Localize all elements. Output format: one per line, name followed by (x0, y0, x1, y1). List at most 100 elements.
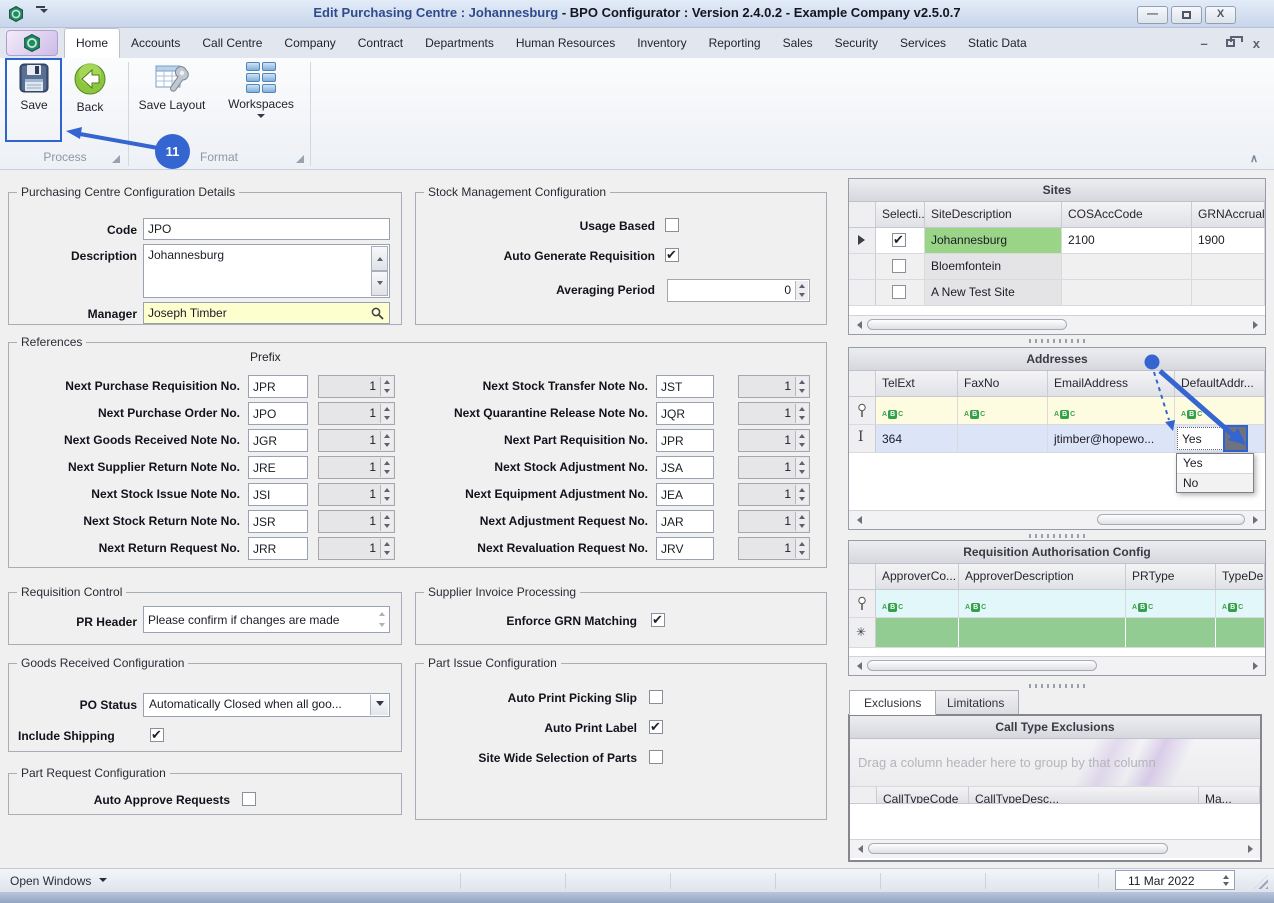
ref-prefix-input[interactable]: JSR (248, 510, 308, 533)
selected-cell[interactable] (876, 254, 925, 279)
spinner-buttons[interactable] (795, 458, 808, 477)
group-by-box[interactable]: Drag a column header here to group by th… (850, 739, 1260, 787)
column-header-telext[interactable]: TelExt (876, 371, 958, 396)
ref-prefix-input[interactable]: JPR (656, 429, 714, 452)
table-row[interactable]: Bloemfontein (849, 254, 1265, 280)
tab-reporting[interactable]: Reporting (698, 28, 772, 58)
new-cell[interactable] (1216, 618, 1265, 647)
scroll-left-icon[interactable] (849, 516, 865, 524)
new-row[interactable]: ✳ (849, 618, 1265, 648)
tab-human-resources[interactable]: Human Resources (505, 28, 626, 58)
tab-exclusions[interactable]: Exclusions (849, 690, 936, 715)
dropdown-button[interactable] (370, 695, 388, 715)
spinner-buttons[interactable] (795, 281, 808, 300)
spinner-buttons[interactable] (380, 512, 393, 531)
filter-row[interactable]: ABC ABC ABC ABC (849, 397, 1265, 425)
ref-prefix-input[interactable]: JAR (656, 510, 714, 533)
ref-counter-spinner[interactable]: 1 (318, 456, 395, 479)
tab-home[interactable]: Home (64, 28, 120, 58)
ref-counter-spinner[interactable]: 1 (318, 537, 395, 560)
workspaces-dropdown-icon[interactable] (257, 114, 265, 122)
scroll-left-icon[interactable] (850, 845, 866, 853)
ref-counter-spinner[interactable]: 1 (318, 429, 395, 452)
tab-static-data[interactable]: Static Data (957, 28, 1038, 58)
ref-prefix-input[interactable]: JGR (248, 429, 308, 452)
address-row[interactable]: I 364 jtimber@hopewo... Yes (849, 425, 1265, 453)
auto-print-picking-checkbox[interactable] (649, 690, 663, 704)
column-header-calltypecode[interactable]: CallTypeCode (877, 787, 969, 803)
column-header-faxno[interactable]: FaxNo (958, 371, 1048, 396)
scroll-right-icon[interactable] (1244, 845, 1260, 853)
ref-counter-spinner[interactable]: 1 (738, 456, 810, 479)
include-shipping-checkbox[interactable]: ✔ (150, 728, 164, 742)
close-button[interactable]: X (1205, 6, 1236, 24)
ref-prefix-input[interactable]: JST (656, 375, 714, 398)
spinner-buttons[interactable] (380, 404, 393, 423)
scroll-thumb[interactable] (867, 319, 1067, 330)
ref-prefix-input[interactable]: JPO (248, 402, 308, 425)
averaging-period-spinner[interactable]: 0 (667, 279, 810, 302)
ref-counter-spinner[interactable]: 1 (738, 429, 810, 452)
tab-departments[interactable]: Departments (414, 28, 505, 58)
scroll-thumb[interactable] (1097, 514, 1245, 525)
column-header-emailaddress[interactable]: EmailAddress (1048, 371, 1175, 396)
tab-limitations[interactable]: Limitations (932, 690, 1019, 715)
ref-counter-spinner[interactable]: 1 (738, 402, 810, 425)
ref-counter-spinner[interactable]: 1 (318, 402, 395, 425)
column-header-selected[interactable]: Selecti... (876, 202, 925, 227)
column-header-typedesc[interactable]: TypeDe... (1216, 564, 1265, 589)
tab-company[interactable]: Company (273, 28, 346, 58)
tab-accounts[interactable]: Accounts (120, 28, 191, 58)
date-spinner-buttons[interactable] (1218, 872, 1233, 888)
defaultaddr-editor[interactable]: Yes (1177, 427, 1224, 450)
save-layout-button[interactable]: Save Layout (134, 62, 210, 112)
pr-header-input[interactable]: Please confirm if changes are made (143, 606, 390, 633)
column-header-grnaccrual[interactable]: GRNAccrual... (1192, 202, 1265, 227)
email-cell[interactable]: jtimber@hopewo... (1048, 425, 1175, 452)
cos-cell[interactable]: 2100 (1062, 228, 1192, 253)
spinner-buttons[interactable] (380, 458, 393, 477)
column-header-calltypedesc[interactable]: CallTypeDesc... (969, 787, 1199, 803)
defaultaddr-cell[interactable]: Yes (1175, 425, 1265, 452)
filter-cell[interactable]: ABC (958, 397, 1048, 424)
tab-call-centre[interactable]: Call Centre (191, 28, 273, 58)
description-input[interactable]: Johannesburg (143, 244, 390, 298)
usage-based-checkbox[interactable] (665, 218, 679, 232)
splitter-handle[interactable] (1029, 534, 1085, 538)
dropdown-option-yes[interactable]: Yes (1177, 454, 1253, 473)
enforce-grn-checkbox[interactable]: ✔ (651, 613, 665, 627)
search-icon[interactable] (371, 307, 384, 320)
spinner-buttons[interactable] (795, 539, 808, 558)
filter-cell[interactable]: ABC (959, 590, 1126, 617)
resize-grip[interactable] (1254, 875, 1268, 889)
addresses-hscrollbar[interactable] (849, 510, 1265, 529)
column-header-sitedescription[interactable]: SiteDescription (925, 202, 1062, 227)
faxno-cell[interactable] (958, 425, 1048, 452)
selected-cell[interactable] (876, 280, 925, 305)
new-cell[interactable] (959, 618, 1126, 647)
scroll-up-icon[interactable] (371, 246, 388, 271)
filter-cell[interactable]: ABC (1216, 590, 1265, 617)
dropdown-option-no[interactable]: No (1177, 473, 1253, 492)
site-selected-checkbox[interactable] (892, 285, 906, 299)
workspaces-button[interactable]: Workspaces (222, 62, 300, 122)
ref-prefix-input[interactable]: JQR (656, 402, 714, 425)
ref-prefix-input[interactable]: JSA (656, 456, 714, 479)
grn-cell[interactable]: 1900 (1192, 228, 1265, 253)
filter-row[interactable]: ABC ABC ABC ABC (849, 590, 1265, 618)
cos-cell[interactable] (1062, 280, 1192, 305)
manager-input[interactable]: Joseph Timber (143, 302, 390, 324)
auto-print-label-checkbox[interactable]: ✔ (649, 720, 663, 734)
req-auth-hscrollbar[interactable] (849, 656, 1265, 675)
ribbon-collapse-icon[interactable]: ∧ (1250, 152, 1258, 165)
tab-security[interactable]: Security (824, 28, 889, 58)
spinner-buttons[interactable] (795, 512, 808, 531)
code-input[interactable]: JPO (143, 218, 390, 240)
mdi-close-icon[interactable]: x (1253, 36, 1260, 51)
column-header-approverdesc[interactable]: ApproverDescription (959, 564, 1126, 589)
spinner-buttons[interactable] (795, 377, 808, 396)
spinner-buttons[interactable] (380, 485, 393, 504)
site-cell[interactable]: A New Test Site (925, 280, 1062, 305)
site-wide-selection-checkbox[interactable] (649, 750, 663, 764)
process-dialog-launcher-icon[interactable] (112, 155, 120, 163)
